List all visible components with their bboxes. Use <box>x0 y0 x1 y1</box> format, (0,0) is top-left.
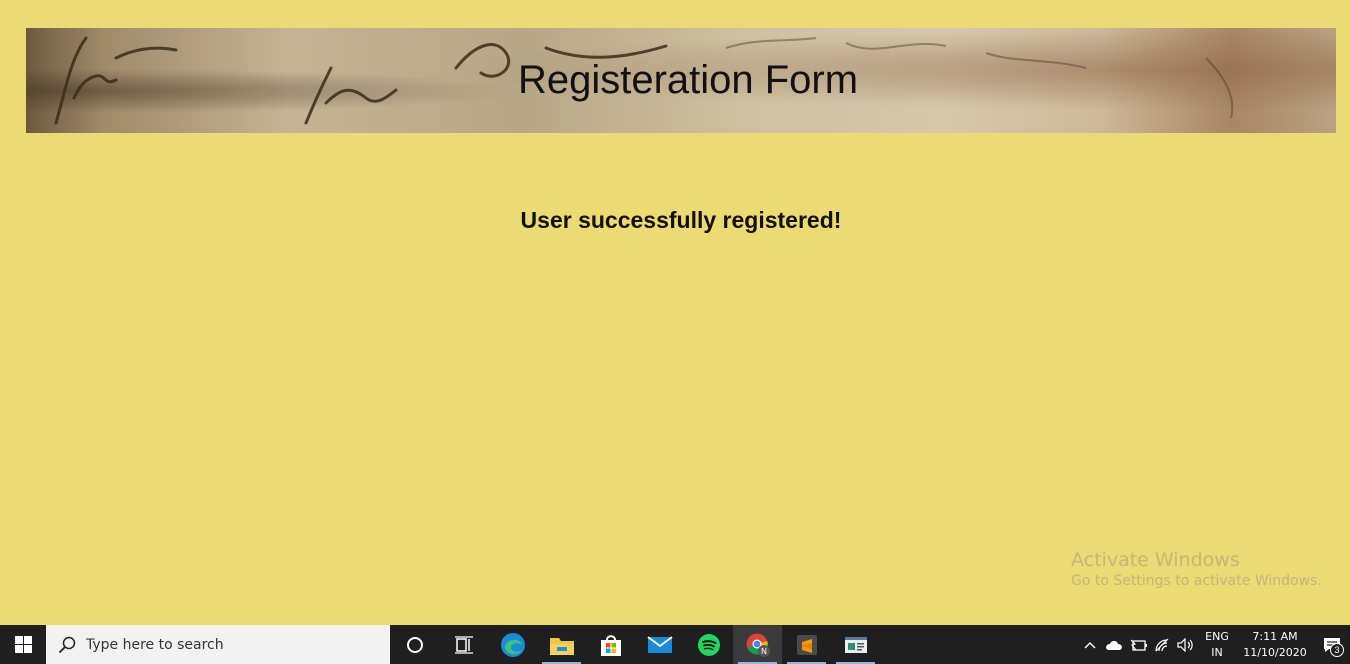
cloud-icon <box>1106 640 1122 650</box>
cortana-icon <box>406 636 423 653</box>
start-button[interactable] <box>0 625 46 664</box>
speaker-icon <box>1177 637 1193 652</box>
watermark-subtitle: Go to Settings to activate Windows. <box>1071 573 1322 589</box>
show-hidden-icons-button[interactable] <box>1078 625 1102 664</box>
taskbar: Type here to search N ENG IN 7:11 AM 11/… <box>0 625 1350 664</box>
store-icon <box>600 634 621 656</box>
action-center-button[interactable]: 3 <box>1314 625 1350 664</box>
taskbar-sublime-text[interactable] <box>782 625 831 664</box>
taskbar-search-box[interactable]: Type here to search <box>46 625 390 664</box>
chevron-up-icon <box>1084 641 1096 648</box>
taskbar-chrome[interactable]: N <box>733 625 782 664</box>
search-placeholder: Type here to search <box>86 636 224 653</box>
battery-icon <box>1130 639 1147 651</box>
activation-watermark: Activate Windows Go to Settings to activ… <box>1071 549 1322 589</box>
taskbar-mail[interactable] <box>635 625 684 664</box>
volume-button[interactable] <box>1174 625 1198 664</box>
taskbar-spotify[interactable] <box>684 625 733 664</box>
edge-icon <box>500 632 525 657</box>
network-button[interactable] <box>1150 625 1174 664</box>
onedrive-button[interactable] <box>1102 625 1126 664</box>
notification-count-badge: 3 <box>1330 643 1344 657</box>
windows-logo-icon <box>14 636 32 653</box>
spotify-icon <box>697 633 720 656</box>
taskbar-file-explorer[interactable] <box>537 625 586 664</box>
page-title: Registeration Form <box>517 58 859 102</box>
clock-date: 11/10/2020 <box>1243 645 1307 659</box>
taskbar-app-window[interactable] <box>831 625 880 664</box>
input-language[interactable]: ENG IN <box>1198 629 1236 661</box>
taskbar-edge[interactable] <box>488 625 537 664</box>
cortana-button[interactable] <box>390 625 439 664</box>
task-view-icon <box>454 635 473 654</box>
language-code: ENG <box>1205 629 1229 643</box>
success-message: User successfully registered! <box>520 207 842 233</box>
taskbar-microsoft-store[interactable] <box>586 625 635 664</box>
watermark-title: Activate Windows <box>1071 549 1240 571</box>
task-view-button[interactable] <box>439 625 488 664</box>
mail-icon <box>646 635 673 653</box>
region-code: IN <box>1211 645 1223 659</box>
search-icon <box>58 636 76 653</box>
battery-button[interactable] <box>1126 625 1150 664</box>
clock[interactable]: 7:11 AM 11/10/2020 <box>1236 629 1314 661</box>
svg-text:N: N <box>761 647 767 656</box>
sublime-text-icon <box>796 634 817 655</box>
chrome-icon: N <box>746 633 770 657</box>
wifi-icon <box>1155 638 1169 651</box>
system-tray: ENG IN 7:11 AM 11/10/2020 3 <box>1078 625 1350 664</box>
clock-time: 7:11 AM <box>1252 629 1298 643</box>
folder-icon <box>549 637 574 655</box>
header-banner: Registeration Form <box>26 28 1336 133</box>
app-window-icon <box>844 636 867 653</box>
